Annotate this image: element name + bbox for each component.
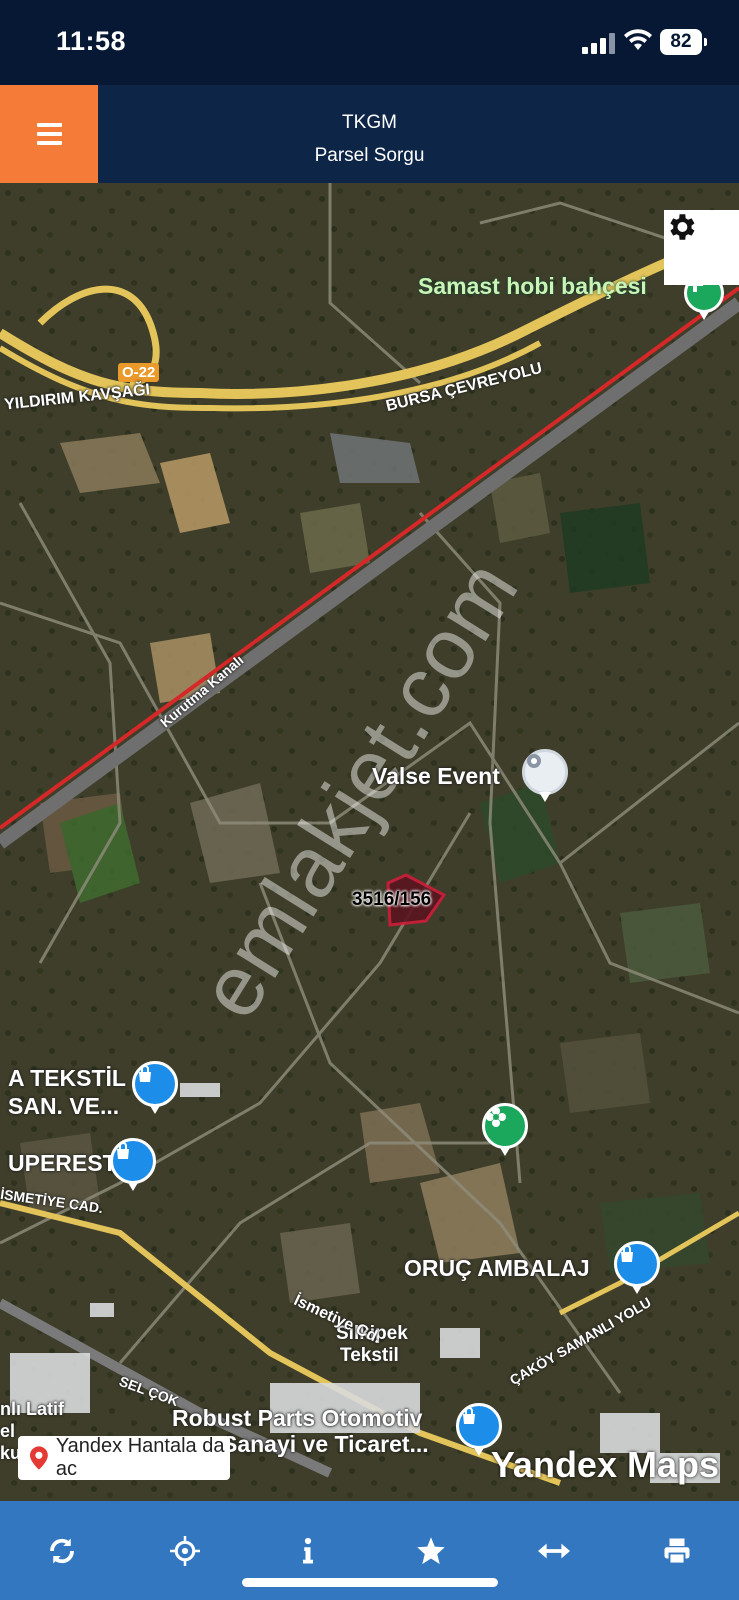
map-label-a-tekstil[interactable]: A TEKSTİL [8,1065,126,1092]
settings-button[interactable] [664,210,739,285]
gear-icon [670,214,695,240]
location-pin-icon[interactable] [522,749,568,802]
shopping-bag-pin-icon[interactable] [456,1403,502,1456]
battery-icon: 82 [660,29,707,55]
map-label-samast[interactable]: Samast hobi bahçesi [418,273,647,300]
map-label-oruc[interactable]: ORUÇ AMBALAJ [404,1255,590,1282]
page-subtitle: Parsel Sorgu [314,145,425,166]
status-time: 11:58 [56,26,127,56]
print-icon [664,1538,690,1565]
shopping-bag-pin-icon[interactable] [132,1061,178,1114]
yandex-open-label: Yandex Hantala da ac [55,1435,225,1480]
map-label-el[interactable]: el [0,1421,15,1442]
refresh-button[interactable] [40,1529,84,1573]
favorite-button[interactable] [409,1529,453,1573]
app-header: TKGM Parsel Sorgu [0,85,739,183]
parcel-label[interactable]: 3516/156 [352,889,431,911]
map-marker-icon [30,1446,48,1470]
shopping-bag-pin-icon[interactable] [614,1241,660,1294]
locate-button[interactable] [163,1529,207,1573]
map-label-silkipek-2[interactable]: Tekstil [340,1345,399,1367]
home-indicator [242,1578,498,1587]
shopping-bag-pin-icon[interactable] [110,1138,156,1191]
map-label-robust-2[interactable]: Sanayi ve Ticaret... [222,1431,429,1458]
flower-pin-icon[interactable] [482,1103,528,1156]
wifi-icon [624,29,652,50]
map-label-latif[interactable]: nlı Latif [0,1399,64,1420]
signal-icon [582,33,615,54]
road-label-o22: O-22 [118,363,160,382]
hamburger-icon[interactable] [0,85,98,183]
info-button[interactable] [286,1529,330,1573]
page-title: TKGM [342,112,397,133]
map-label-a-tekstil-2[interactable]: SAN. VE... [8,1093,119,1120]
measure-button[interactable] [532,1529,576,1573]
refresh-icon [49,1538,74,1564]
map-label-valse[interactable]: Valse Event [372,763,500,790]
yandex-open-pill[interactable]: Yandex Hantala da ac [18,1435,230,1480]
print-button[interactable] [655,1529,699,1573]
locate-icon [169,1536,200,1566]
map-label-uperest[interactable]: UPEREST [8,1150,117,1177]
satellite-map[interactable]: emlakjet.com Samast hobi bahçesi Valse E… [0,183,739,1501]
info-icon [302,1537,313,1564]
map-label-robust[interactable]: Robust Parts Otomotiv [172,1405,422,1432]
star-icon [417,1537,445,1565]
status-bar: 11:58 82 [0,0,739,85]
measure-icon [538,1543,571,1559]
yandex-maps-logo: Yandex Maps [490,1444,719,1485]
